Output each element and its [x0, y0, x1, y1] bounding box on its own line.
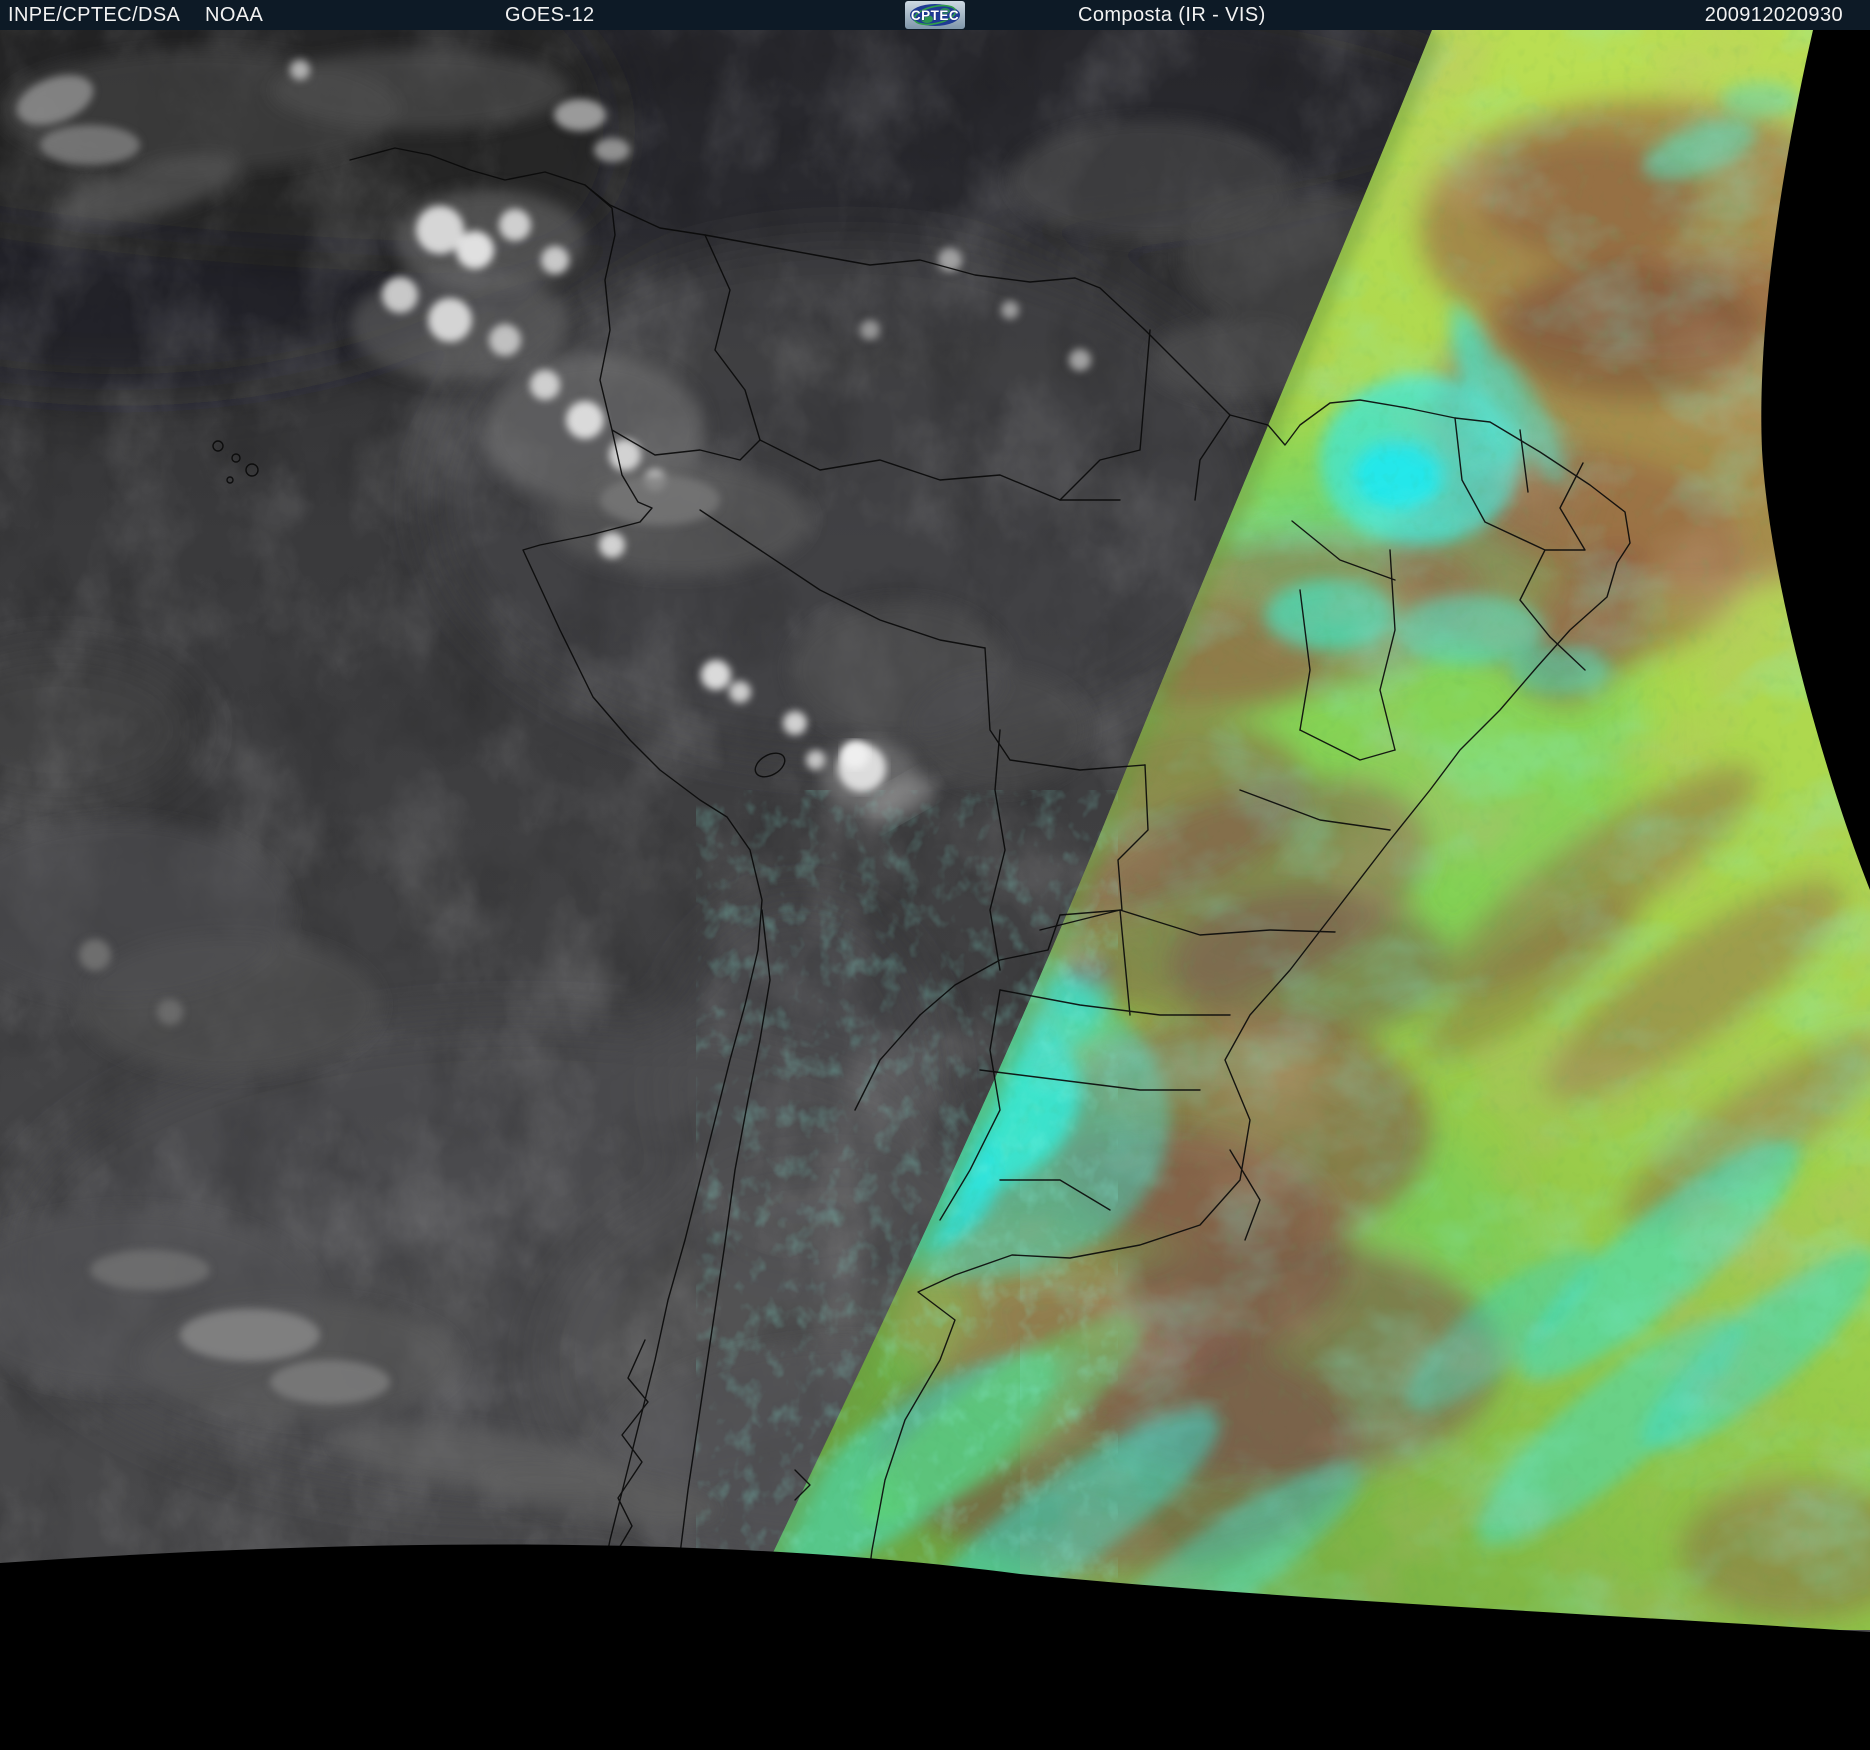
product-label: Composta (IR - VIS): [1078, 4, 1266, 26]
timestamp-label: 200912020930: [1704, 4, 1843, 26]
noaa-label: NOAA: [205, 4, 264, 26]
header-bar: INPE/CPTEC/DSA NOAA GOES-12 Composta (IR…: [0, 0, 1870, 30]
satellite-label: GOES-12: [505, 4, 595, 26]
logo-text: CPTEC: [911, 8, 959, 23]
satellite-image: [0, 30, 1870, 1750]
satellite-product-page: { "header": { "agency": "INPE/CPTEC/DSA"…: [0, 0, 1870, 1750]
agency-label: INPE/CPTEC/DSA: [8, 4, 181, 26]
cptec-logo: CPTEC: [905, 1, 965, 29]
